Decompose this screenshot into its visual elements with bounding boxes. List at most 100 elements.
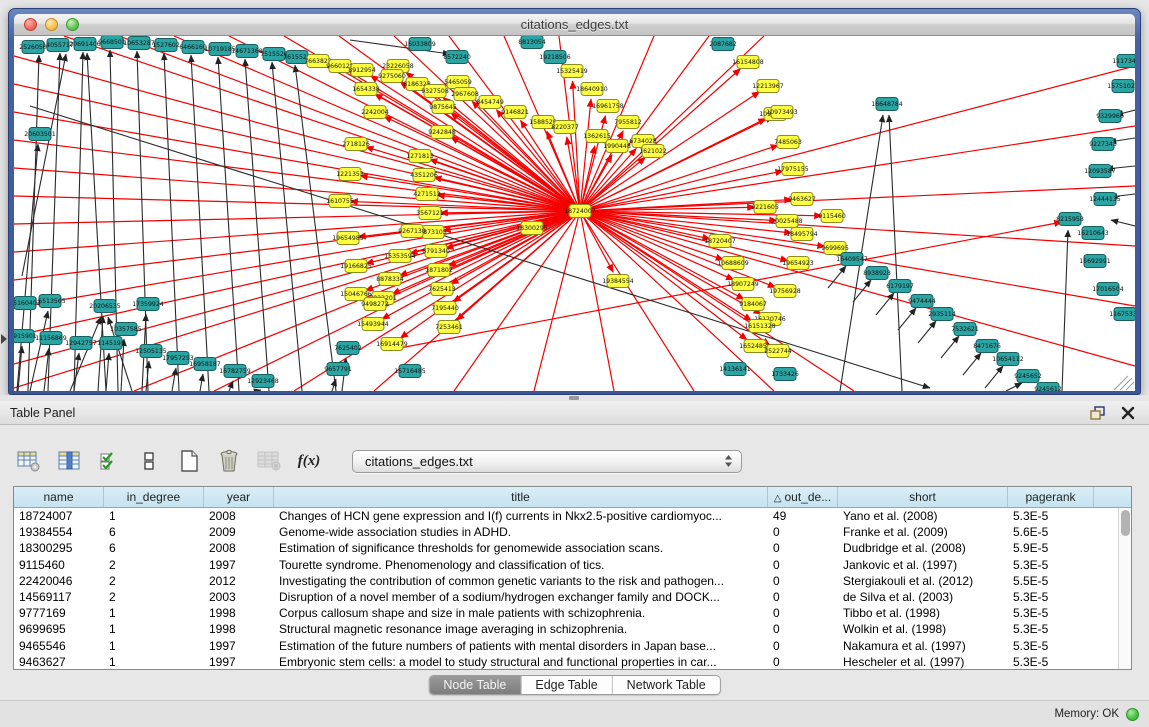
resize-grip[interactable] (1114, 376, 1134, 390)
graph-node[interactable]: 18640910 (576, 83, 608, 96)
graph-node[interactable]: 10025488 (771, 215, 803, 228)
delete-column-trash-icon[interactable] (216, 448, 242, 474)
graph-node[interactable]: 8938928 (863, 267, 891, 280)
close-panel-icon[interactable] (1121, 406, 1135, 420)
graph-node[interactable]: 9242848 (428, 126, 456, 139)
tab-edge-table[interactable]: Edge Table (521, 676, 612, 694)
graph-node[interactable]: 17975155 (777, 163, 809, 176)
graph-node[interactable]: 9245652 (1014, 370, 1042, 383)
memory-status-indicator[interactable] (1126, 708, 1139, 721)
table-row[interactable]: 911546021997Tourette syndrome. Phenomeno… (14, 557, 1131, 573)
graph-node[interactable]: 1610755 (326, 195, 354, 208)
graph-node[interactable]: 7955812 (614, 116, 642, 129)
graph-node[interactable]: 7625402 (334, 342, 362, 355)
graph-node[interactable]: 9115460 (818, 210, 846, 223)
graph-node[interactable]: 15493944 (357, 318, 389, 331)
column-header-short[interactable]: short (838, 487, 1008, 507)
graph-node[interactable]: 16914479 (376, 338, 408, 351)
graph-node[interactable]: 8912954 (348, 64, 376, 77)
column-header-title[interactable]: title (274, 487, 768, 507)
graph-node[interactable]: 2087682 (709, 38, 737, 51)
graph-node[interactable]: 6179197 (886, 280, 914, 293)
graph-node[interactable]: 7485063 (774, 136, 802, 149)
table-row[interactable]: 1872400712008Changes of HCN gene express… (14, 508, 1131, 524)
graph-node[interactable]: 17016504 (1092, 283, 1124, 296)
graph-node[interactable]: 9329966 (1096, 110, 1124, 123)
graph-node[interactable]: 12923468 (247, 375, 279, 388)
graph-node[interactable]: 9498272 (361, 298, 389, 311)
graph-node[interactable]: 15716485 (394, 365, 426, 378)
graph-node[interactable]: 9275060 (378, 70, 406, 83)
graph-node[interactable]: 15692991 (1079, 255, 1111, 268)
table-row[interactable]: 2242004622012Investigating the contribut… (14, 573, 1131, 589)
graph-node[interactable]: 7253461 (435, 321, 463, 334)
tab-node-table[interactable]: Node Table (429, 676, 521, 694)
graph-node[interactable]: 6466160 (179, 41, 207, 54)
graph-node[interactable]: 2522744 (764, 345, 792, 358)
vertical-scrollbar[interactable] (1118, 508, 1131, 669)
table-row[interactable]: 946554611997Estimation of the future num… (14, 638, 1131, 654)
graph-node[interactable]: 9474444 (908, 295, 936, 308)
column-header-name[interactable]: name (14, 487, 104, 507)
table-mode-icon[interactable] (16, 448, 42, 474)
graph-node[interactable]: 19654923 (782, 257, 814, 270)
column-header-in_degree[interactable]: in_degree (104, 487, 204, 507)
graph-node[interactable]: 9875645 (429, 101, 457, 114)
graph-node[interactable]: 20206535 (89, 300, 121, 313)
graph-node[interactable]: 20691406 (69, 38, 101, 51)
graph-node[interactable]: 8813054 (518, 36, 546, 49)
table-select-dropdown[interactable]: citations_edges.txt (352, 450, 742, 473)
graph-node[interactable]: 15353594 (384, 250, 416, 263)
graph-node[interactable]: 1221353 (336, 168, 364, 181)
graph-node[interactable]: 8215958 (1056, 213, 1084, 226)
rows-icon[interactable] (136, 448, 162, 474)
graph-node[interactable]: 12942757 (65, 337, 97, 350)
show-columns-icon[interactable] (56, 448, 82, 474)
graph-node[interactable]: 8572240 (443, 51, 471, 64)
graph-node[interactable]: 20603501 (24, 128, 56, 141)
graph-node[interactable]: 8878334 (376, 273, 404, 286)
graph-node[interactable]: 1271813 (406, 150, 434, 163)
graph-node[interactable]: 9668501 (98, 36, 126, 49)
graph-node[interactable]: 4351206 (410, 169, 438, 182)
graph-node[interactable]: 2935114 (928, 308, 956, 321)
graph-node[interactable]: 19166825 (340, 260, 372, 273)
graph-node[interactable]: 19756928 (769, 285, 801, 298)
graph-node[interactable]: 3567121 (416, 207, 444, 220)
graph-node[interactable]: 15325419 (556, 65, 588, 78)
graph-node[interactable]: 16958187 (189, 358, 221, 371)
column-header-out_de[interactable]: △out_de... (768, 487, 838, 507)
graph-node[interactable]: 1733426 (771, 368, 799, 381)
table-row[interactable]: 1830029562008Estimation of significance … (14, 540, 1131, 556)
graph-node[interactable]: 7625413 (428, 283, 456, 296)
close-window-button[interactable] (24, 18, 37, 31)
float-panel-icon[interactable] (1089, 405, 1107, 421)
graph-node[interactable]: 4271512 (413, 188, 441, 201)
graph-node[interactable]: 12444135 (1089, 193, 1121, 206)
graph-node[interactable]: 5465059 (444, 76, 472, 89)
graph-node[interactable]: 10688609 (717, 257, 749, 270)
graph-node[interactable]: 1145191 (97, 337, 125, 350)
graph-node[interactable]: 12093587 (1084, 165, 1116, 178)
function-builder-icon[interactable]: f(x) (296, 448, 322, 474)
graph-node[interactable]: 11156869 (35, 332, 67, 345)
graph-node[interactable]: 8471676 (973, 340, 1001, 353)
graph-node[interactable]: 16151328 (744, 320, 776, 333)
graph-node[interactable]: 9146821 (501, 106, 529, 119)
table-row[interactable]: 969969511998Structural magnetic resonanc… (14, 621, 1131, 637)
minimize-window-button[interactable] (45, 18, 58, 31)
graph-node[interactable]: 11675339 (1109, 308, 1135, 321)
column-header-pagerank[interactable]: pagerank (1008, 487, 1094, 507)
graph-node[interactable]: 9463627 (788, 193, 816, 206)
graph-node[interactable]: 1621022 (639, 145, 667, 158)
network-canvas[interactable]: 2526050140557172069140696685011065328715… (14, 36, 1135, 391)
new-table-icon[interactable] (176, 448, 202, 474)
graph-node[interactable]: 7195440 (431, 302, 459, 315)
graph-node[interactable]: 16961758 (592, 100, 624, 113)
graph-node[interactable]: 14136141 (719, 363, 751, 376)
graph-node[interactable]: 1527602 (152, 39, 180, 52)
graph-node[interactable]: 15751024 (1107, 80, 1135, 93)
graph-node[interactable]: 3915901 (14, 330, 37, 343)
table-row[interactable]: 1456911722003Disruption of a novel membe… (14, 589, 1131, 605)
graph-node[interactable]: 9221605 (751, 201, 779, 214)
